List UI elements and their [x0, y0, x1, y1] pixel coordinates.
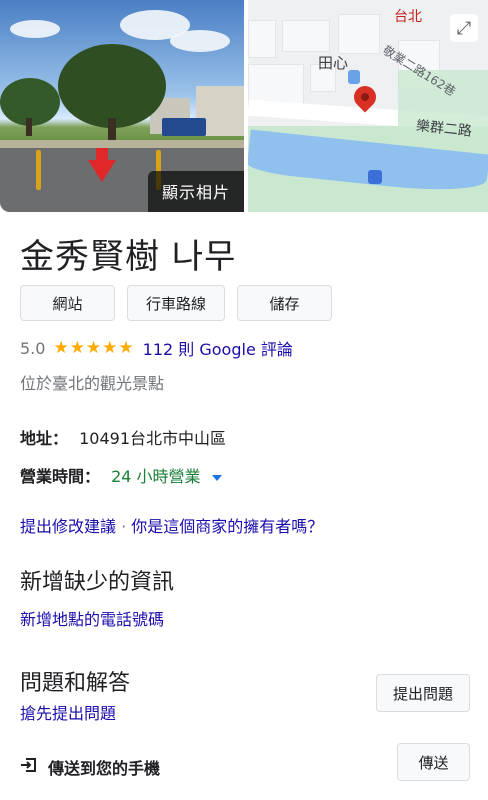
send-to-phone-icon [21, 758, 36, 772]
bus-stop-icon [368, 170, 382, 184]
map-preview[interactable]: 台北 田心 敬業二路162巷 樂群二路 ⤢ [248, 0, 488, 212]
address-value[interactable]: 10491台北市中山區 [79, 429, 226, 448]
ask-first-link[interactable]: 搶先提出問題 [20, 700, 116, 724]
rating-value: 5.0 [20, 338, 46, 358]
map-label-district: 田心 [318, 54, 349, 72]
place-photo[interactable]: 顯示相片 [0, 0, 244, 212]
directions-button[interactable]: 行車路線 [127, 285, 225, 321]
hours-row[interactable]: 營業時間： 24 小時營業 [20, 463, 222, 487]
ask-question-button[interactable]: 提出問題 [376, 674, 470, 712]
address-label: 地址： [20, 429, 69, 448]
metro-icon [348, 70, 360, 84]
reviews-link[interactable]: 112 則 Google 評論 [143, 336, 293, 360]
suggest-edit-link[interactable]: 提出修改建議 [20, 517, 116, 536]
hours-label: 營業時間： [20, 467, 101, 486]
missing-info-title: 新增缺少的資訊 [20, 570, 175, 595]
add-phone-link[interactable]: 新增地點的電話號碼 [20, 606, 164, 630]
separator: · [116, 517, 132, 536]
send-to-phone-label: 傳送到您的手機 [48, 759, 161, 778]
rating-row: 5.0 ★★★★★ 112 則 Google 評論 [20, 336, 293, 360]
red-arrow-head [88, 160, 116, 182]
qa-title: 問題和解答 [20, 671, 131, 696]
place-category: 位於臺北的觀光景點 [20, 374, 165, 393]
place-title: 金秀賢樹 나무 [20, 237, 237, 277]
send-button[interactable]: 傳送 [397, 743, 470, 781]
website-button[interactable]: 網站 [20, 285, 115, 321]
save-button[interactable]: 儲存 [237, 285, 332, 321]
suggest-row: 提出修改建議 · 你是這個商家的擁有者嗎？ [20, 513, 323, 537]
chevron-down-icon[interactable] [211, 474, 222, 481]
owner-link[interactable]: 你是這個商家的擁有者嗎？ [131, 517, 323, 536]
expand-icon[interactable]: ⤢ [450, 14, 478, 42]
star-rating-icon: ★★★★★ [53, 338, 135, 358]
hours-value[interactable]: 24 小時營業 [111, 467, 200, 486]
address-row: 地址： 10491台北市中山區 [20, 425, 226, 449]
show-photos-button[interactable]: 顯示相片 [147, 171, 244, 212]
map-label-city: 台北 [394, 9, 422, 25]
